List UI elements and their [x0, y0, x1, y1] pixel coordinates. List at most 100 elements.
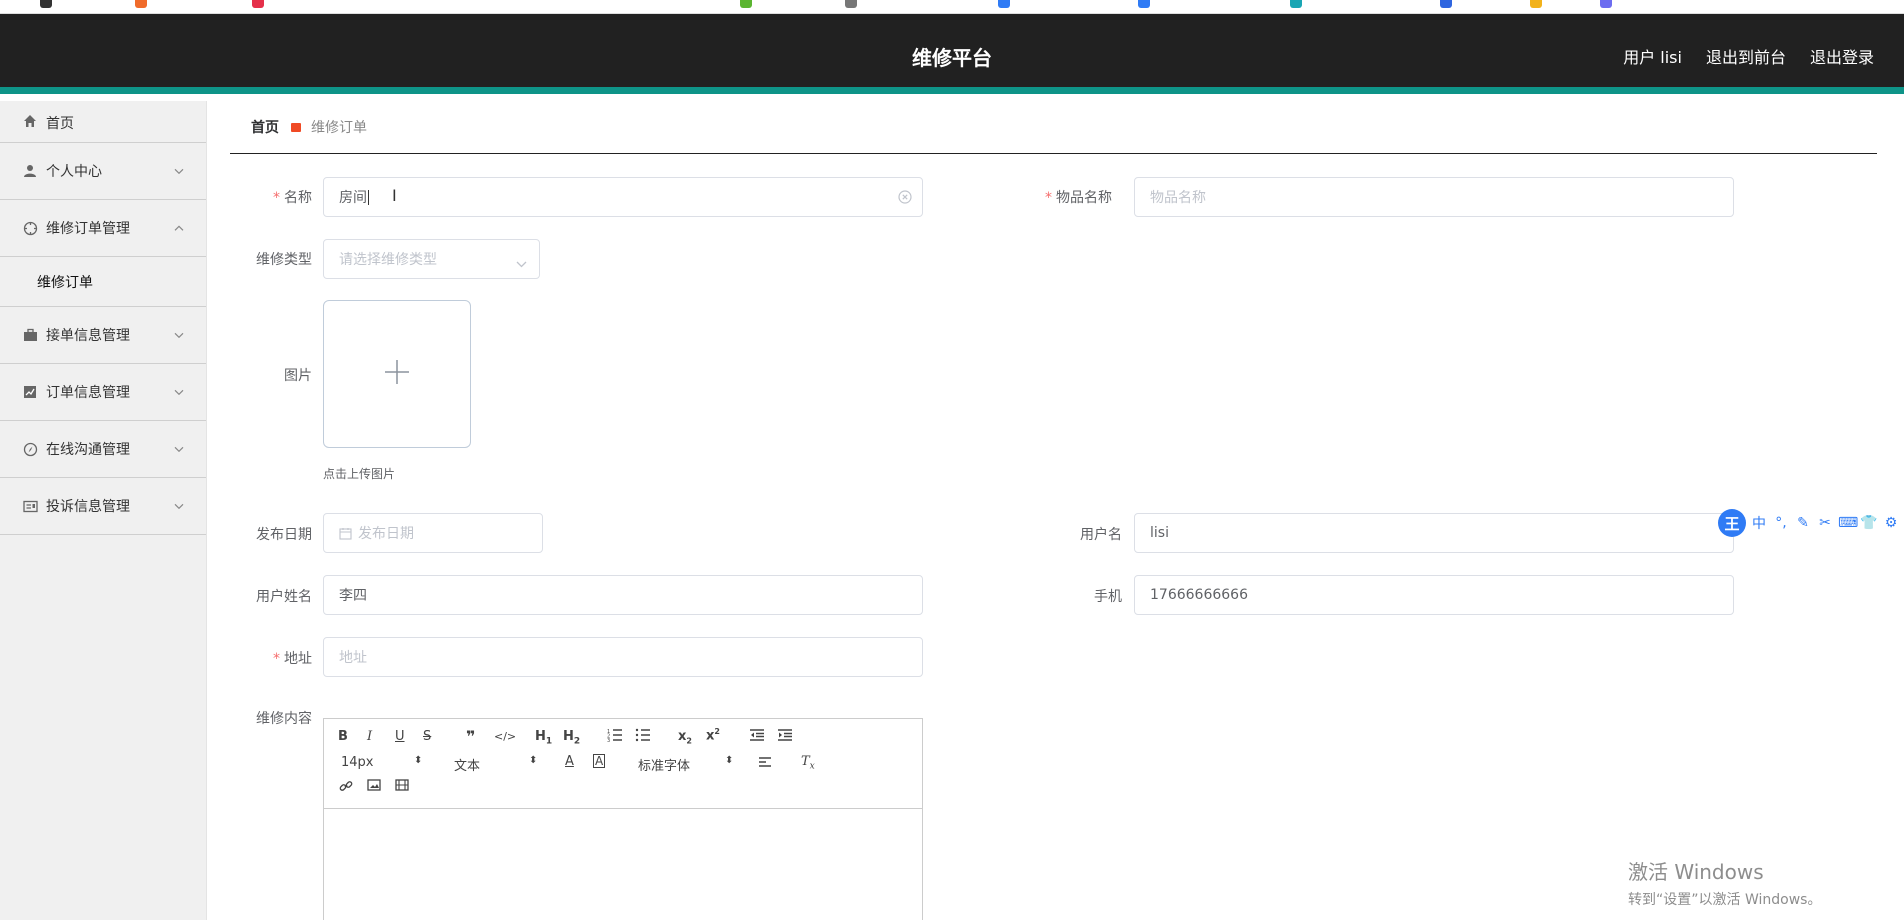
phone-input[interactable]: 17666666666	[1134, 575, 1734, 615]
clear-icon[interactable]	[898, 190, 912, 208]
ime-logo-icon[interactable]: 王	[1718, 509, 1746, 537]
skin-icon[interactable]: 👕	[1860, 515, 1878, 531]
sidebar-item-repair-orders-mgmt[interactable]: 维修订单管理	[0, 200, 206, 257]
text-cursor-icon: Ⅰ	[392, 186, 397, 205]
ime-toolbar: 王 中 °, ✎ ✂ ⌨ 👕 ⚙	[1718, 508, 1904, 538]
punctuation-icon[interactable]: °,	[1772, 515, 1790, 531]
italic-button[interactable]: I	[367, 729, 372, 744]
plus-icon	[384, 359, 410, 389]
logout-link[interactable]: 退出登录	[1810, 44, 1874, 68]
subscript-button[interactable]: x2	[678, 729, 692, 746]
bold-button[interactable]: B	[338, 729, 348, 744]
header-links: 用户 lisi 退出到前台 退出登录	[1623, 44, 1874, 68]
sidebar: 首页 个人中心 维修订单管理 维修订单 接单信息管理 订单信息管理 在线沟通管理…	[0, 101, 207, 920]
content-label: 维修内容	[256, 711, 312, 727]
font-color-button[interactable]: A	[565, 754, 574, 769]
exit-to-front-link[interactable]: 退出到前台	[1706, 44, 1786, 68]
chevron-down-icon	[174, 441, 184, 455]
bookmark[interactable]	[998, 0, 1014, 8]
id-card-icon	[22, 498, 38, 514]
keyboard-icon[interactable]: ⌨	[1838, 515, 1858, 531]
repair-type-select[interactable]: 请选择维修类型	[323, 239, 540, 279]
address-label: * 地址	[273, 651, 312, 667]
chevron-down-icon	[516, 256, 527, 272]
sidebar-subitem-repair-order[interactable]: 维修订单	[0, 257, 206, 307]
scissors-icon[interactable]: ✂	[1816, 515, 1834, 531]
outdent-icon[interactable]	[749, 728, 765, 746]
name-input[interactable]: 房间 Ⅰ	[323, 177, 923, 217]
home-icon	[22, 113, 38, 129]
bookmark[interactable]	[1440, 0, 1456, 8]
sidebar-item-accept-info-mgmt[interactable]: 接单信息管理	[0, 307, 206, 364]
bookmark[interactable]	[1530, 0, 1546, 8]
username-input[interactable]: lisi	[1134, 513, 1734, 553]
windows-activation-watermark: 激活 Windows 转到“设置”以激活 Windows。	[1628, 856, 1821, 909]
blockquote-button[interactable]: ❞	[466, 727, 475, 746]
user-fullname-label: 用户姓名	[256, 589, 312, 605]
bookmark[interactable]	[135, 0, 151, 8]
background-color-button[interactable]: A	[593, 754, 606, 768]
publish-date-picker[interactable]: 发布日期	[323, 513, 543, 553]
bookmark[interactable]	[1290, 0, 1306, 8]
current-user-link[interactable]: 用户 lisi	[1623, 44, 1682, 68]
sidebar-item-online-chat-mgmt[interactable]: 在线沟通管理	[0, 421, 206, 478]
bookmark[interactable]	[40, 0, 56, 8]
chevron-down-icon	[174, 327, 184, 341]
sidebar-item-complaint-mgmt[interactable]: 投诉信息管理	[0, 478, 206, 535]
top-header: 维修平台 用户 lisi 退出到前台 退出登录	[0, 14, 1904, 94]
svg-text:3: 3	[607, 738, 610, 742]
h1-button[interactable]: H1	[535, 729, 552, 747]
clear-format-button[interactable]: Tx	[801, 754, 815, 772]
link-icon[interactable]	[339, 779, 353, 797]
sidebar-item-order-info-mgmt[interactable]: 订单信息管理	[0, 364, 206, 421]
font-size-select[interactable]: 14px ⬍	[341, 755, 422, 770]
ime-mode-toggle[interactable]: 中	[1750, 513, 1768, 533]
block-type-select[interactable]: 文本 ⬍	[454, 755, 537, 774]
address-input[interactable]: 地址	[323, 637, 923, 677]
image-label: 图片	[284, 368, 312, 384]
strike-button[interactable]: S	[423, 729, 431, 744]
bookmark[interactable]	[845, 0, 861, 8]
bookmark[interactable]	[740, 0, 756, 8]
user-icon	[22, 163, 38, 179]
chevron-down-icon	[174, 498, 184, 512]
compass-icon	[22, 441, 38, 457]
h2-button[interactable]: H2	[563, 729, 580, 747]
code-block-button[interactable]: </>	[494, 730, 516, 743]
bookmark[interactable]	[1138, 0, 1154, 8]
underline-button[interactable]: U	[395, 729, 405, 744]
user-fullname-input[interactable]: 李四	[323, 575, 923, 615]
bookmark[interactable]	[1600, 0, 1616, 8]
upload-tip: 点击上传图片	[323, 467, 396, 481]
breadcrumb-home[interactable]: 首页	[251, 117, 279, 137]
superscript-button[interactable]: x2	[706, 727, 720, 743]
bookmark[interactable]	[252, 0, 268, 8]
bullet-list-icon[interactable]	[635, 728, 651, 746]
image-icon[interactable]	[367, 779, 381, 795]
chart-icon	[22, 384, 38, 400]
indent-icon[interactable]	[777, 728, 793, 746]
breadcrumb: 首页 维修订单	[230, 101, 1877, 154]
sidebar-item-personal-center[interactable]: 个人中心	[0, 143, 206, 200]
breadcrumb-separator-icon	[291, 122, 301, 132]
sidebar-item-label: 在线沟通管理	[46, 442, 130, 458]
chevron-up-icon	[174, 220, 184, 234]
video-icon[interactable]	[395, 779, 409, 795]
sidebar-item-label: 维修订单管理	[46, 221, 130, 237]
username-label: 用户名	[1080, 527, 1122, 543]
chevron-down-icon	[174, 384, 184, 398]
align-left-icon[interactable]	[758, 756, 772, 772]
pen-icon[interactable]: ✎	[1794, 515, 1812, 531]
font-family-select[interactable]: 标准字体 ⬍	[638, 755, 733, 774]
ordered-list-icon[interactable]: 123	[607, 728, 623, 746]
rich-text-editor: B I U S ❞ </> H1 H2 123 x2 x2 14px ⬍ 文本 ⬍ …	[323, 718, 923, 920]
settings-icon[interactable]: ⚙	[1882, 515, 1900, 531]
briefcase-icon	[22, 327, 38, 343]
editor-content-area[interactable]	[324, 809, 922, 920]
phone-label: 手机	[1094, 589, 1122, 605]
image-upload-box[interactable]	[323, 300, 471, 448]
sidebar-item-home[interactable]: 首页	[0, 101, 206, 143]
item-name-input[interactable]: 物品名称	[1134, 177, 1734, 217]
sidebar-item-label: 投诉信息管理	[46, 499, 130, 515]
sidebar-item-label: 个人中心	[46, 164, 102, 180]
